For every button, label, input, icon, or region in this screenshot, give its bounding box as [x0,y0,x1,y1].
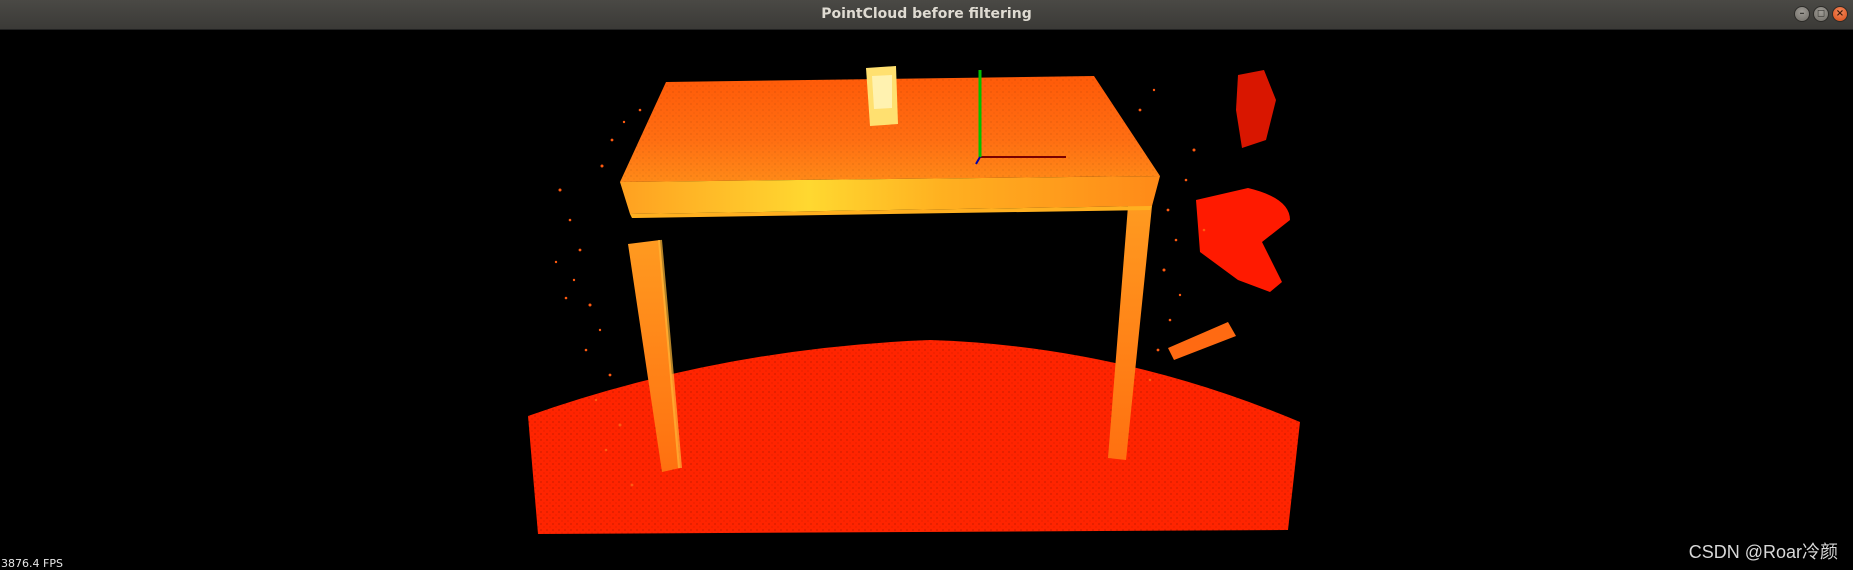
watermark: CSDN @Roar冷颜 [1688,542,1838,562]
pointcloud-viewport[interactable]: 3876.4 FPS CSDN @Roar冷颜 [0,30,1853,570]
minimize-button[interactable]: – [1794,6,1810,22]
window-controls: – ◻ × [1794,6,1848,22]
fps-counter: 3876.4 FPS [1,557,63,570]
chair-cloud [1196,188,1290,292]
close-button[interactable]: × [1832,6,1848,22]
window-title: PointCloud before filtering [821,6,1032,22]
window-titlebar[interactable]: PointCloud before filtering – ◻ × [0,0,1853,30]
maximize-button[interactable]: ◻ [1813,6,1829,22]
pointcloud-render [528,66,1300,534]
